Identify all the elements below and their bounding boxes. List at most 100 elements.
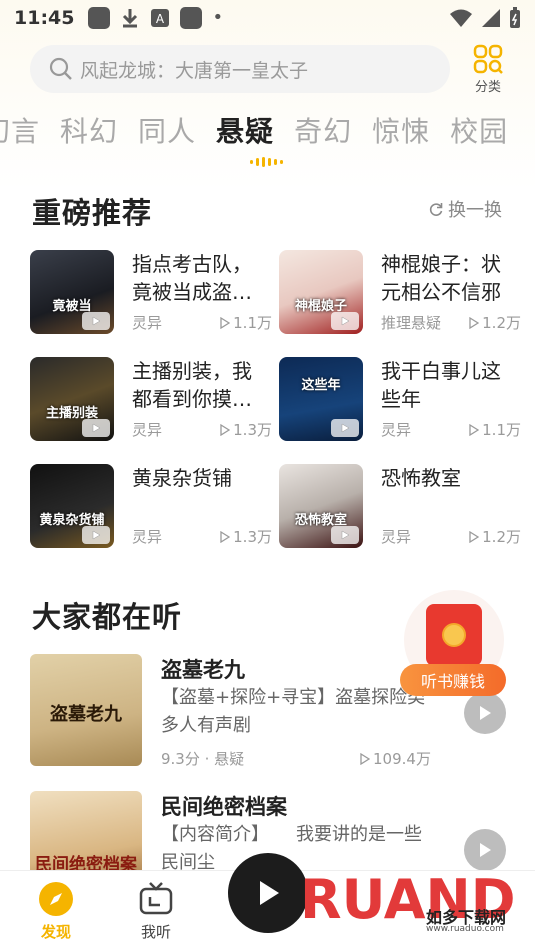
tab-fanfic[interactable]: 同人 bbox=[138, 110, 196, 160]
book-title: 神棍娘子：状元相公不信邪 bbox=[381, 252, 501, 304]
book-card[interactable]: 竟被当 指点考古队，竟被当成盗… 灵异 1.1万 bbox=[30, 250, 272, 336]
signal-icon bbox=[482, 9, 500, 27]
status-right bbox=[449, 7, 521, 29]
book-cover: 神棍娘子 bbox=[279, 250, 363, 334]
category-grid-icon bbox=[473, 44, 503, 74]
wifi-icon bbox=[450, 9, 472, 27]
book-cover: 这些年 bbox=[279, 357, 363, 441]
book-genre: 灵异 bbox=[381, 528, 412, 546]
play-icon bbox=[480, 843, 491, 857]
play-count-icon bbox=[469, 423, 480, 436]
watermark-logo: RUANDO 如多下载网 www.ruaduo.com bbox=[300, 860, 535, 940]
nav-mine[interactable]: 我听 bbox=[126, 881, 186, 942]
book-cover: 黄泉杂货铺 bbox=[30, 464, 114, 548]
book-genre: 灵异 bbox=[132, 528, 163, 546]
play-count: 1.2万 bbox=[482, 314, 521, 332]
app-notification-icon bbox=[88, 7, 111, 29]
play-count: 109.4万 bbox=[373, 750, 431, 768]
search-input[interactable]: 风起龙城：大唐第一皇太子 bbox=[30, 45, 450, 93]
play-icon bbox=[260, 881, 279, 905]
a-icon: A bbox=[151, 9, 170, 27]
nav-discover[interactable]: 发现 bbox=[26, 881, 86, 942]
watermark-url: www.ruaduo.com bbox=[426, 924, 504, 934]
cover-play-icon bbox=[82, 419, 110, 437]
category-label: 分类 bbox=[474, 80, 501, 95]
book-cover: 主播别装 bbox=[30, 357, 114, 441]
tab-scifi[interactable]: 科幻 bbox=[60, 110, 118, 160]
tv-icon bbox=[139, 882, 173, 915]
play-count-icon bbox=[469, 316, 480, 329]
cover-play-icon bbox=[82, 526, 110, 544]
play-count-icon bbox=[220, 316, 231, 329]
now-playing-button[interactable] bbox=[228, 853, 308, 933]
book-title: 我干白事儿这些年 bbox=[381, 359, 501, 411]
cover-play-icon bbox=[331, 526, 359, 544]
book-card[interactable]: 主播别装 主播别装，我都看到你摸… 灵异 1.3万 bbox=[30, 357, 272, 443]
play-count-icon bbox=[220, 530, 231, 543]
more-dot-icon: • bbox=[212, 7, 224, 28]
search-placeholder: 风起龙城：大唐第一皇太子 bbox=[80, 59, 309, 82]
play-count: 1.1万 bbox=[482, 421, 521, 439]
book-meta: 灵异 1.1万 bbox=[381, 419, 521, 440]
cover-play-icon bbox=[331, 312, 359, 330]
list-title: 盗墓老九 bbox=[161, 658, 245, 682]
tab-suspense[interactable]: 悬疑 bbox=[216, 110, 274, 160]
genre-tabs: 幻言 科幻 同人 悬疑 奇幻 惊悚 校园 bbox=[0, 110, 528, 160]
reward-label: 听书赚钱 bbox=[400, 664, 506, 696]
refresh-button[interactable]: 换一换 bbox=[428, 196, 502, 222]
book-card[interactable]: 恐怖教室 恐怖教室 灵异 1.2万 bbox=[279, 464, 521, 550]
tab-thriller[interactable]: 惊悚 bbox=[372, 110, 430, 160]
battery-icon bbox=[510, 7, 520, 28]
coin-icon bbox=[442, 623, 466, 647]
tab-campus[interactable]: 校园 bbox=[450, 110, 508, 160]
list-meta: 9.3分 · 悬疑 bbox=[161, 750, 245, 768]
status-bar: 11:45 A • bbox=[0, 0, 535, 36]
book-plays: 1.3万 bbox=[220, 419, 272, 440]
tab-fantasy[interactable]: 奇幻 bbox=[294, 110, 352, 160]
play-count: 1.3万 bbox=[233, 421, 272, 439]
book-card[interactable]: 神棍娘子 神棍娘子：状元相公不信邪 推理悬疑 1.2万 bbox=[279, 250, 521, 336]
featured-section-title: 重磅推荐 bbox=[32, 196, 153, 230]
book-card[interactable]: 这些年 我干白事儿这些年 灵异 1.1万 bbox=[279, 357, 521, 443]
list-description: 【盗墓+探险+寻宝】盗墓探险类多人有声剧 bbox=[161, 687, 426, 736]
book-plays: 1.2万 bbox=[469, 526, 521, 547]
book-genre: 灵异 bbox=[132, 421, 163, 439]
active-tab-indicator bbox=[250, 157, 283, 167]
list-cover: 盗墓老九 bbox=[30, 654, 142, 766]
download-icon bbox=[123, 9, 138, 28]
cover-art-text: 这些年 bbox=[301, 378, 341, 393]
book-cover: 恐怖教室 bbox=[279, 464, 363, 548]
book-meta: 灵异 1.3万 bbox=[132, 419, 272, 440]
book-plays: 1.1万 bbox=[220, 312, 272, 333]
book-title: 指点考古队，竟被当成盗… bbox=[132, 252, 252, 304]
list-plays: 109.4万 bbox=[360, 748, 431, 769]
book-cover: 竟被当 bbox=[30, 250, 114, 334]
book-plays: 1.2万 bbox=[469, 312, 521, 333]
discover-icon bbox=[39, 882, 73, 916]
play-count-icon bbox=[469, 530, 480, 543]
svg-text:A: A bbox=[156, 12, 165, 26]
reward-float-button[interactable]: 听书赚钱 bbox=[400, 590, 506, 698]
book-meta: 灵异 1.2万 bbox=[381, 526, 521, 547]
list-title: 民间绝密档案 bbox=[161, 795, 287, 819]
nav-mine-label: 我听 bbox=[140, 923, 171, 941]
refresh-icon bbox=[429, 203, 443, 216]
cover-play-icon bbox=[82, 312, 110, 330]
category-button[interactable]: 分类 bbox=[466, 44, 510, 96]
tab-romance-fantasy[interactable]: 幻言 bbox=[0, 110, 40, 160]
play-button[interactable] bbox=[464, 692, 506, 734]
book-title: 主播别装，我都看到你摸… bbox=[132, 359, 252, 411]
book-title: 恐怖教室 bbox=[381, 466, 461, 490]
book-meta: 灵异 1.3万 bbox=[132, 526, 272, 547]
book-plays: 1.3万 bbox=[220, 526, 272, 547]
play-icon bbox=[480, 706, 491, 720]
book-genre: 灵异 bbox=[381, 421, 412, 439]
play-count-icon bbox=[220, 423, 231, 436]
book-card[interactable]: 黄泉杂货铺 黄泉杂货铺 灵异 1.3万 bbox=[30, 464, 272, 550]
book-genre: 灵异 bbox=[132, 314, 163, 332]
cover-art-text: 盗墓老九 bbox=[50, 704, 122, 725]
play-count: 1.1万 bbox=[233, 314, 272, 332]
search-icon bbox=[49, 57, 72, 80]
book-meta: 灵异 1.1万 bbox=[132, 312, 272, 333]
nav-discover-label: 发现 bbox=[40, 923, 71, 941]
